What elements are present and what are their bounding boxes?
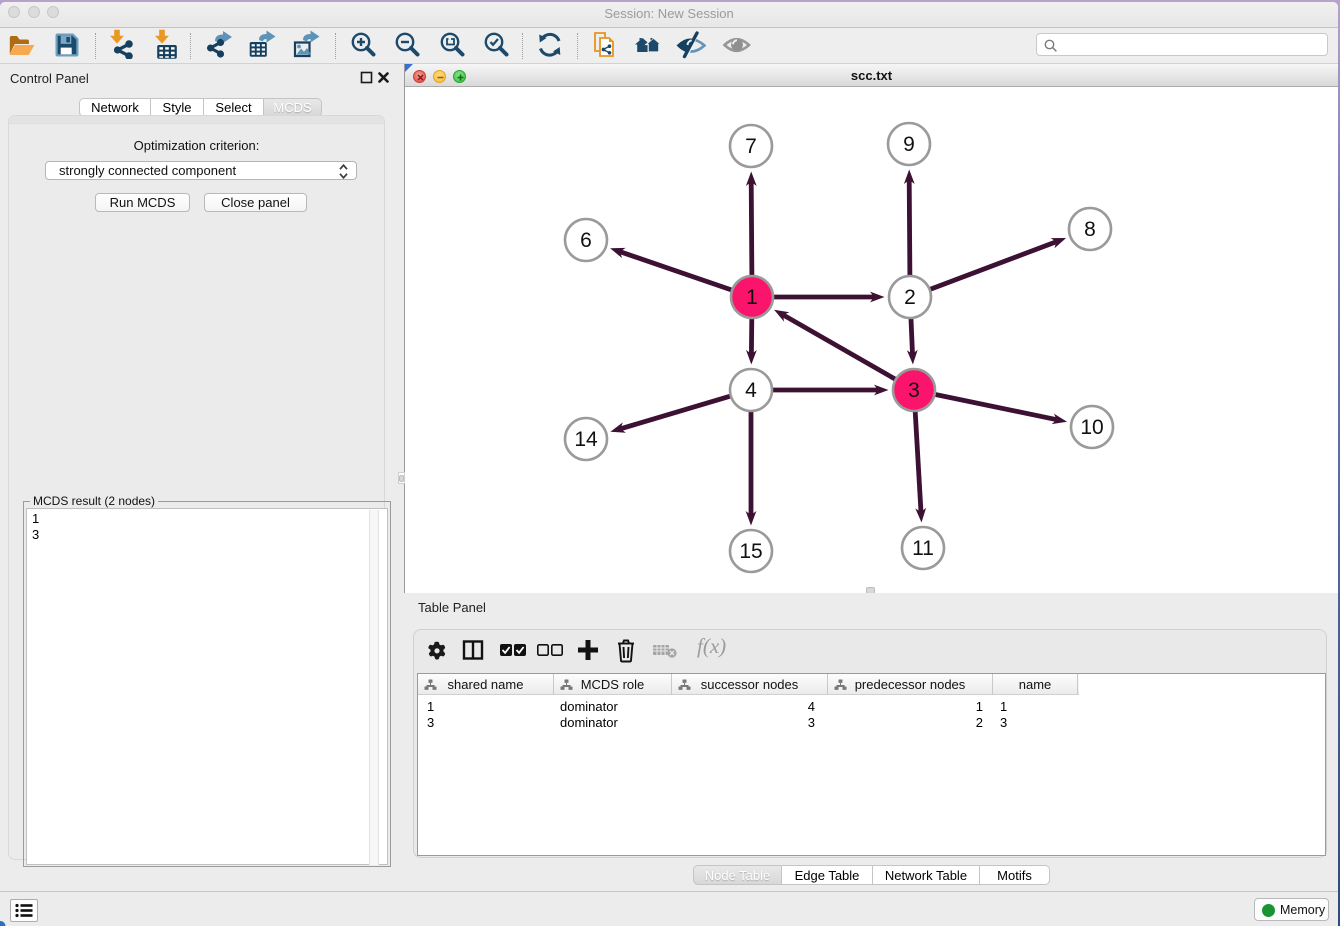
svg-text:15: 15 — [739, 540, 762, 563]
svg-text:14: 14 — [574, 428, 598, 451]
svg-text:4: 4 — [745, 379, 757, 402]
svg-text:10: 10 — [1080, 416, 1103, 439]
svg-text:11: 11 — [912, 537, 934, 560]
svg-text:6: 6 — [580, 229, 592, 252]
svg-text:2: 2 — [904, 286, 916, 309]
svg-text:3: 3 — [908, 379, 920, 402]
svg-text:1: 1 — [746, 286, 758, 309]
svg-text:9: 9 — [903, 133, 915, 156]
svg-text:8: 8 — [1084, 218, 1096, 241]
svg-text:7: 7 — [745, 135, 757, 158]
